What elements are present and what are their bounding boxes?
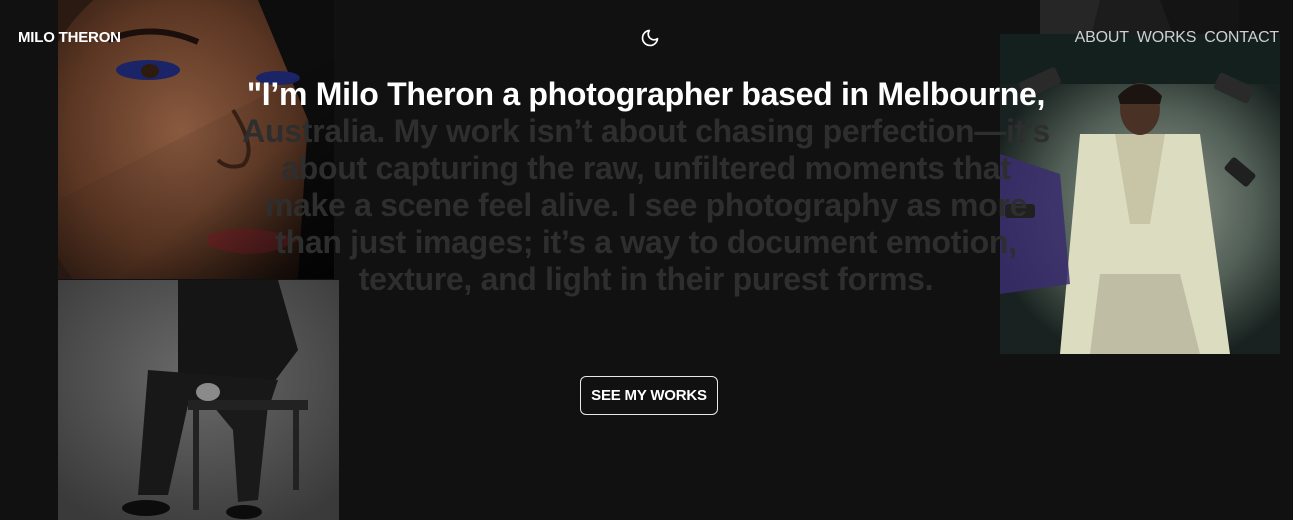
nav-link-works[interactable]: WORKS	[1137, 29, 1197, 47]
hero-section: MILO THERON ABOUT WORKS CONTACT "I’m Mil…	[0, 0, 1293, 520]
hero-statement: "I’m Milo Theron a photographer based in…	[240, 76, 1052, 298]
main-nav: ABOUT WORKS CONTACT	[1075, 29, 1280, 47]
see-my-works-button[interactable]: SEE MY WORKS	[580, 376, 718, 415]
hero-statement-faded: Australia. My work isn’t about chasing p…	[242, 113, 1050, 297]
moon-icon	[641, 29, 659, 47]
brand-logo-link[interactable]: MILO THERON	[18, 29, 121, 46]
nav-link-about[interactable]: ABOUT	[1075, 29, 1129, 47]
hero-statement-highlighted: "I’m Milo Theron a photographer based in…	[246, 76, 1046, 112]
nav-link-contact[interactable]: CONTACT	[1204, 29, 1279, 47]
theme-toggle-button[interactable]	[638, 26, 662, 50]
seated-model-photo	[58, 280, 339, 520]
